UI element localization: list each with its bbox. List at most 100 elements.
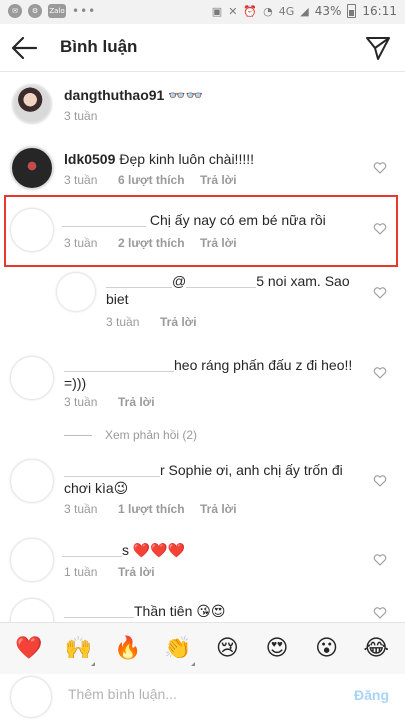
redacted-username: [64, 463, 160, 477]
battery-icon: [347, 4, 357, 18]
status-bar-right: ▣ ✕ ⏰ ◔ 4G ◢ 43% 16:11: [212, 4, 397, 18]
redacted-username: [64, 358, 174, 372]
emoji-bar: ❤️ 🙌 🔥 👏 😢 😍 😮 😂: [0, 622, 405, 674]
comment-username[interactable]: ldk0509: [64, 151, 115, 167]
timestamp: 1 tuần: [64, 565, 98, 579]
comment-text: Thần tiên 😘😍: [64, 602, 225, 620]
mute-icon: ✕: [228, 4, 238, 18]
comment-body-line2: chơi kìa😉: [64, 480, 129, 496]
avatar[interactable]: [10, 538, 54, 582]
comment-text: @5 noi xam. Sao biet: [106, 272, 376, 308]
comment-row: r Sophie ơi, anh chị ấy trốn đi chơi kìa…: [0, 455, 405, 525]
caption-body: 👓👓: [168, 87, 204, 103]
signal-icon: ◢: [300, 4, 309, 18]
comment-meta: 3 tuần Trả lời: [64, 395, 155, 409]
emoji-fire[interactable]: 🔥: [113, 636, 143, 662]
comment-meta: 3 tuần Trả lời: [106, 315, 197, 329]
timestamp: 3 tuần: [64, 502, 98, 516]
emoji-raised-hands-glyph: 🙌: [64, 635, 93, 661]
paper-plane-icon[interactable]: [365, 35, 391, 61]
page-title: Bình luận: [60, 37, 138, 56]
comment-meta: 1 tuần Trả lời: [64, 565, 155, 579]
avatar[interactable]: [12, 84, 52, 124]
comment-row: s ❤️❤️❤️ 1 tuần Trả lời: [0, 534, 405, 592]
caption-text: dangthuthao91 👓👓: [64, 86, 203, 104]
reply-button[interactable]: Trả lời: [118, 395, 155, 409]
likes-count[interactable]: 1 lượt thích: [118, 502, 200, 516]
comment-body: heo ráng phấn đấu z đi heo!!: [174, 357, 353, 373]
avatar[interactable]: [10, 356, 54, 400]
emoji-crying[interactable]: 😢: [212, 636, 242, 662]
avatar[interactable]: [10, 146, 54, 190]
comment-row: Thần tiên 😘😍: [0, 594, 405, 622]
zalo-label: Zalo: [49, 7, 65, 15]
comment-meta: 3 tuần 6 lượt thích Trả lời: [64, 173, 237, 187]
reply-button[interactable]: Trả lời: [160, 315, 197, 329]
caption-row: dangthuthao91 👓👓 3 tuần: [0, 72, 405, 132]
emoji-raised-hands[interactable]: 🙌: [63, 635, 96, 666]
timestamp: 3 tuần: [106, 315, 140, 329]
emoji-laughing[interactable]: 😂: [361, 636, 391, 662]
battery-percent: 43%: [314, 4, 342, 18]
comment-meta: 3 tuần 1 lượt thích Trả lời: [64, 502, 237, 516]
status-bar: ✉ ⚙ Zalo ••• ▣ ✕ ⏰ ◔ 4G ◢ 43% 16:11: [0, 0, 405, 24]
comment-body-line2: =))): [64, 375, 87, 391]
reply-button[interactable]: Trả lời: [200, 502, 237, 516]
comment-body: Đẹp kinh luôn chài!!!!!: [119, 151, 255, 167]
emoji-surprised[interactable]: 😮: [312, 636, 342, 662]
timestamp: 3 tuần: [64, 173, 98, 187]
comment-body: 5 noi xam. Sao: [256, 273, 350, 289]
comment-row: heo ráng phấn đấu z đi heo!! =))) 3 tuần…: [0, 348, 405, 416]
emoji-clap-glyph: 👏: [163, 635, 192, 661]
comment-body-line2: biet: [106, 291, 129, 307]
avatar[interactable]: [10, 459, 54, 503]
heart-icon[interactable]: [373, 553, 387, 567]
heart-icon[interactable]: [373, 161, 387, 175]
mention-prefix: @: [172, 273, 187, 289]
header: Bình luận: [0, 24, 405, 72]
comment-row: @5 noi xam. Sao biet 3 tuần Trả lời: [0, 268, 405, 334]
comment-text: ldk0509 Đẹp kinh luôn chài!!!!!: [64, 150, 254, 168]
avatar: [10, 676, 52, 718]
comment-row: ldk0509 Đẹp kinh luôn chài!!!!! 3 tuần 6 …: [0, 140, 405, 196]
skin-tone-indicator: [91, 661, 96, 666]
comment-body: r Sophie ơi, anh chị ấy trốn đi: [160, 462, 343, 478]
comment-input-bar: Đăng: [0, 674, 405, 720]
heart-icon[interactable]: [373, 474, 387, 488]
more-notifications-icon: •••: [72, 4, 97, 18]
heart-icon[interactable]: [373, 606, 387, 620]
caption-username[interactable]: dangthuthao91: [64, 87, 164, 103]
heart-icon[interactable]: [373, 366, 387, 380]
reply-button[interactable]: Trả lời: [200, 173, 237, 187]
comment-input[interactable]: [68, 686, 338, 702]
comment-text: s ❤️❤️❤️: [62, 541, 185, 559]
comment-text: heo ráng phấn đấu z đi heo!! =))): [64, 356, 364, 392]
likes-count[interactable]: 6 lượt thích: [118, 173, 200, 187]
post-button[interactable]: Đăng: [354, 687, 389, 703]
highlight-box: [4, 195, 398, 267]
wifi-icon: ◔: [263, 4, 273, 18]
redacted-username: [64, 604, 134, 618]
settings-icon: ⚙: [28, 4, 42, 18]
skin-tone-indicator: [190, 661, 195, 666]
network-label: 4G: [278, 4, 295, 18]
messenger-icon: ✉: [8, 4, 22, 18]
arrow-left-icon[interactable]: [10, 34, 38, 62]
emoji-clap[interactable]: 👏: [163, 635, 195, 666]
timestamp: 3 tuần: [64, 109, 98, 123]
avatar[interactable]: [10, 598, 54, 622]
redacted-username: [106, 274, 172, 288]
timestamp: 3 tuần: [64, 395, 98, 409]
view-replies-button[interactable]: Xem phản hồi (2): [105, 428, 197, 442]
reply-button[interactable]: Trả lời: [118, 565, 155, 579]
redacted-mention: [186, 274, 257, 288]
emoji-heart[interactable]: ❤️: [14, 636, 44, 662]
emoji-heart-eyes[interactable]: 😍: [262, 636, 292, 662]
clock: 16:11: [362, 4, 397, 18]
avatar[interactable]: [56, 272, 96, 312]
heart-icon[interactable]: [373, 286, 387, 300]
sim-icon: ▣: [211, 4, 223, 18]
caption-meta: 3 tuần: [64, 109, 97, 123]
replies-divider: [64, 435, 92, 436]
redacted-username: [62, 543, 122, 557]
